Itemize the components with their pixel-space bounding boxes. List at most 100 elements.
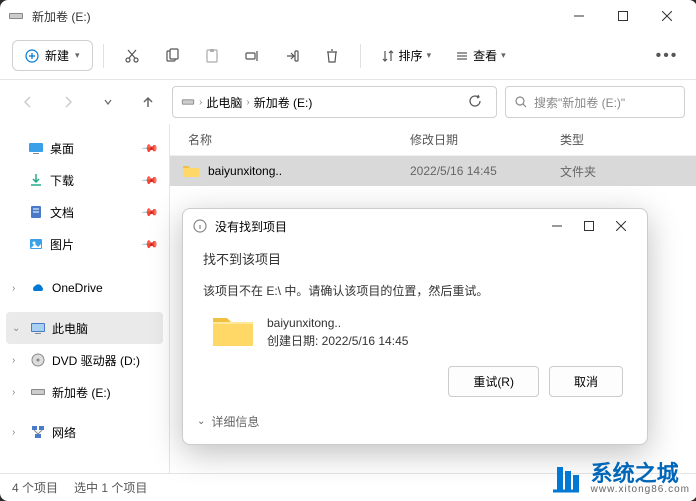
maximize-button[interactable] [601,0,645,32]
sort-button[interactable]: 排序 ▾ [371,41,442,70]
drive-icon [181,95,195,109]
more-button[interactable]: ••• [649,40,685,72]
document-icon [28,204,44,220]
copy-icon [164,48,180,64]
sidebar-item-thispc[interactable]: ⌄此电脑 [6,312,163,344]
paste-button[interactable] [194,40,230,72]
sidebar: 桌面📌 下载📌 文档📌 图片📌 ›OneDrive ⌄此电脑 ›DVD 驱动器 … [0,124,170,473]
sidebar-item-dvd[interactable]: ›DVD 驱动器 (D:) [0,344,169,376]
chevron-down-icon: ▾ [75,50,80,61]
expand-icon[interactable]: ⌄ [12,323,24,334]
refresh-button[interactable] [462,94,488,111]
paste-icon [204,48,220,64]
info-icon [193,219,207,233]
expand-icon[interactable]: › [12,355,24,366]
chevron-right-icon: › [246,97,249,108]
dialog-item-name: baiyunxitong.. [267,314,408,332]
arrow-right-icon [61,95,75,109]
copy-button[interactable] [154,40,190,72]
status-count: 4 个项目 [12,479,58,496]
view-label: 查看 [473,47,497,64]
dialog-heading: 找不到该项目 [203,249,627,268]
separator [360,44,361,68]
details-toggle[interactable]: ⌄ 详细信息 [183,407,647,430]
history-button[interactable] [92,86,124,118]
column-headers: 名称 修改日期 类型 [170,124,696,156]
close-button[interactable] [645,0,689,32]
column-header-type[interactable]: 类型 [560,131,696,148]
folder-icon [211,314,255,350]
dialog-titlebar[interactable]: 没有找到项目 [183,209,647,243]
file-name: baiyunxitong.. [208,164,282,178]
sidebar-item-downloads[interactable]: 下载📌 [0,164,169,196]
share-button[interactable] [274,40,310,72]
expand-icon[interactable]: › [12,387,24,398]
arrow-left-icon [21,95,35,109]
sidebar-item-pictures[interactable]: 图片📌 [0,228,169,260]
status-selected: 选中 1 个项目 [74,479,147,496]
expand-icon[interactable]: › [12,283,24,294]
back-button[interactable] [12,86,44,118]
rename-button[interactable] [234,40,270,72]
sort-label: 排序 [399,47,423,64]
breadcrumb-segment[interactable]: 此电脑 [206,94,242,111]
column-header-name[interactable]: 名称 [170,131,410,148]
cut-button[interactable] [114,40,150,72]
addressbar: › 此电脑 › 新加卷 (E:) 搜索"新加卷 (E:)" [0,80,696,124]
network-icon [30,424,46,440]
forward-button[interactable] [52,86,84,118]
sidebar-item-onedrive[interactable]: ›OneDrive [0,272,169,304]
cancel-button[interactable]: 取消 [549,366,623,397]
rename-icon [244,48,260,64]
pin-icon: 📌 [141,139,160,158]
pc-icon [30,320,46,336]
desktop-icon [28,140,44,156]
details-label: 详细信息 [211,413,259,430]
error-dialog: 没有找到项目 找不到该项目 该项目不在 E:\ 中。请确认该项目的位置，然后重试… [182,208,648,445]
window-title: 新加卷 (E:) [32,8,557,25]
delete-button[interactable] [314,40,350,72]
new-button[interactable]: 新建 ▾ [12,40,93,71]
sidebar-item-documents[interactable]: 文档📌 [0,196,169,228]
expand-icon[interactable]: › [12,427,24,438]
toolbar: 新建 ▾ 排序 ▾ 查看 ▾ ••• [0,32,696,80]
breadcrumb-segment[interactable]: 新加卷 (E:) [254,94,313,111]
chevron-down-icon: ▾ [501,50,506,61]
dialog-close-button[interactable] [605,212,637,240]
file-date: 2022/5/16 14:45 [410,164,560,178]
titlebar[interactable]: 新加卷 (E:) [0,0,696,32]
file-row[interactable]: baiyunxitong.. 2022/5/16 14:45 文件夹 [170,156,696,186]
chevron-right-icon: › [199,97,202,108]
separator [103,44,104,68]
download-icon [28,172,44,188]
sidebar-item-network[interactable]: ›网络 [0,416,169,448]
pin-icon: 📌 [141,235,160,254]
cloud-icon [30,280,46,296]
folder-icon [182,163,200,179]
watermark-text: 系统之城 [591,463,690,485]
retry-button[interactable]: 重试(R) [448,366,539,397]
up-button[interactable] [132,86,164,118]
search-input[interactable]: 搜索"新加卷 (E:)" [505,86,685,118]
dialog-item-date: 创建日期: 2022/5/16 14:45 [267,332,408,350]
file-type: 文件夹 [560,163,696,180]
pin-icon: 📌 [141,171,160,190]
column-header-date[interactable]: 修改日期 [410,131,560,148]
watermark-url: www.xitong86.com [591,485,690,495]
dialog-maximize-button[interactable] [573,212,605,240]
drive-icon [8,8,24,24]
chevron-down-icon: ▾ [427,50,432,61]
address-input[interactable]: › 此电脑 › 新加卷 (E:) [172,86,497,118]
new-label: 新建 [45,47,69,64]
sidebar-item-drive-e[interactable]: ›新加卷 (E:) [0,376,169,408]
search-placeholder: 搜索"新加卷 (E:)" [534,94,625,111]
sort-icon [381,49,395,63]
sidebar-item-desktop[interactable]: 桌面📌 [0,132,169,164]
minimize-button[interactable] [557,0,601,32]
scissors-icon [124,48,140,64]
trash-icon [324,48,340,64]
view-button[interactable]: 查看 ▾ [445,41,516,70]
dvd-icon [30,352,46,368]
dialog-minimize-button[interactable] [541,212,573,240]
share-icon [284,48,300,64]
